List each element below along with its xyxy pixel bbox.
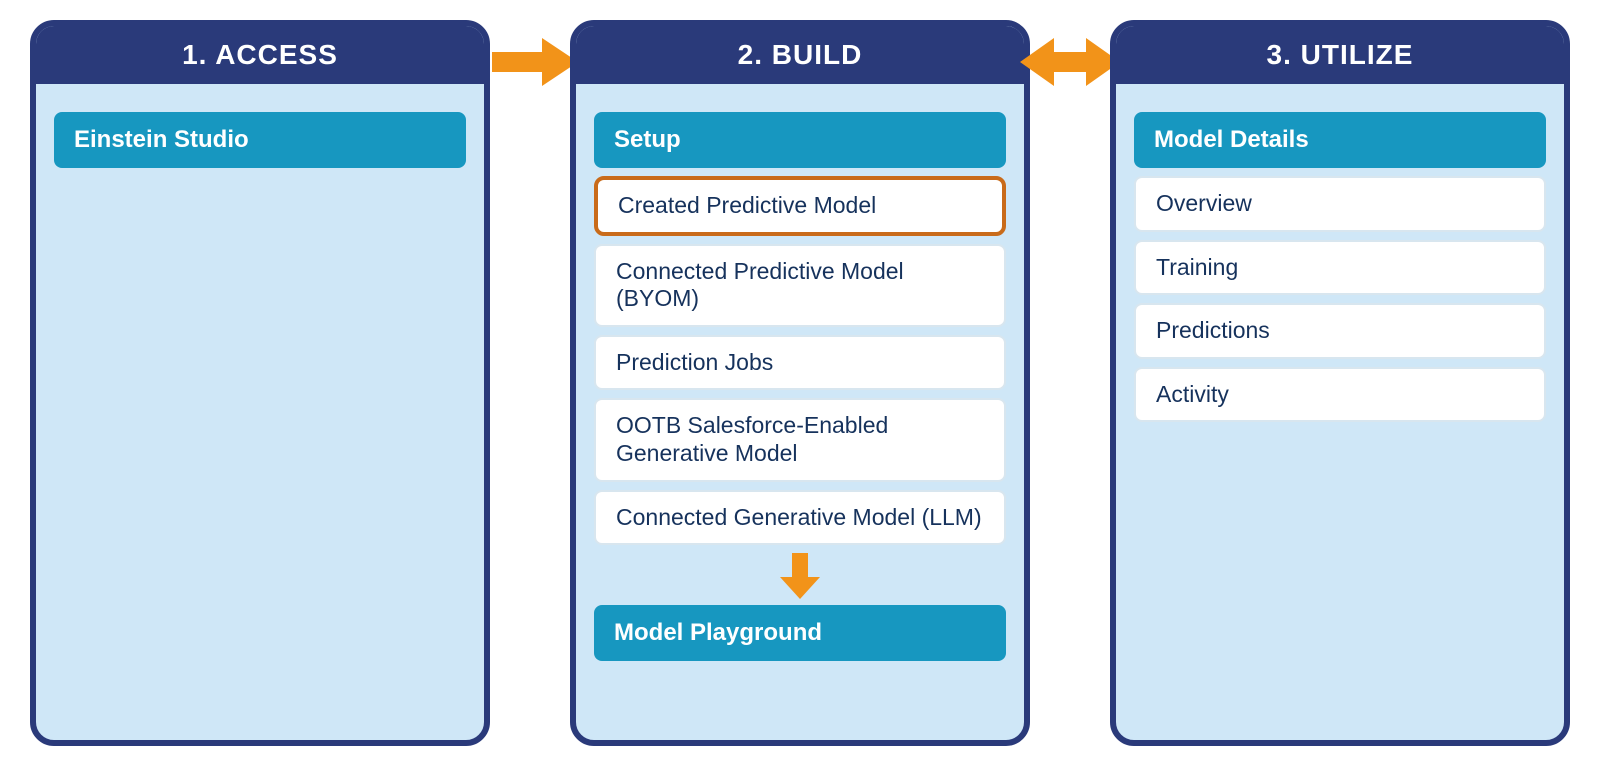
- panel-access: 1. ACCESS Einstein Studio: [30, 20, 490, 746]
- setup-pill: Setup: [594, 112, 1006, 168]
- build-item-connected-generative-llm: Connected Generative Model (LLM): [594, 490, 1006, 546]
- utilize-item-training: Training: [1134, 240, 1546, 296]
- model-details-pill: Model Details: [1134, 112, 1546, 168]
- utilize-item-predictions: Predictions: [1134, 303, 1546, 359]
- arrow-build-utilize-double-icon: [1020, 34, 1120, 90]
- panel-build-body: Setup Created Predictive Model Connected…: [576, 84, 1024, 687]
- utilize-item-overview: Overview: [1134, 176, 1546, 232]
- diagram-stage: 1. ACCESS Einstein Studio 2. BUILD Setup…: [0, 0, 1600, 766]
- panel-utilize-title: 3. UTILIZE: [1116, 26, 1564, 84]
- arrow-setup-to-playground-icon: [594, 553, 1006, 599]
- einstein-studio-pill: Einstein Studio: [54, 112, 466, 168]
- utilize-item-activity: Activity: [1134, 367, 1546, 423]
- build-item-connected-predictive-byom: Connected Predictive Model (BYOM): [594, 244, 1006, 327]
- panel-build: 2. BUILD Setup Created Predictive Model …: [570, 20, 1030, 746]
- build-item-prediction-jobs: Prediction Jobs: [594, 335, 1006, 391]
- panel-access-title: 1. ACCESS: [36, 26, 484, 84]
- panel-utilize-body: Model Details Overview Training Predicti…: [1116, 84, 1564, 448]
- panel-access-body: Einstein Studio: [36, 84, 484, 194]
- panel-build-title: 2. BUILD: [576, 26, 1024, 84]
- build-item-ootb-generative: OOTB Salesforce-Enabled Generative Model: [594, 398, 1006, 481]
- panel-utilize: 3. UTILIZE Model Details Overview Traini…: [1110, 20, 1570, 746]
- arrow-access-to-build-icon: [492, 34, 578, 90]
- build-item-created-predictive-model: Created Predictive Model: [594, 176, 1006, 236]
- model-playground-pill: Model Playground: [594, 605, 1006, 661]
